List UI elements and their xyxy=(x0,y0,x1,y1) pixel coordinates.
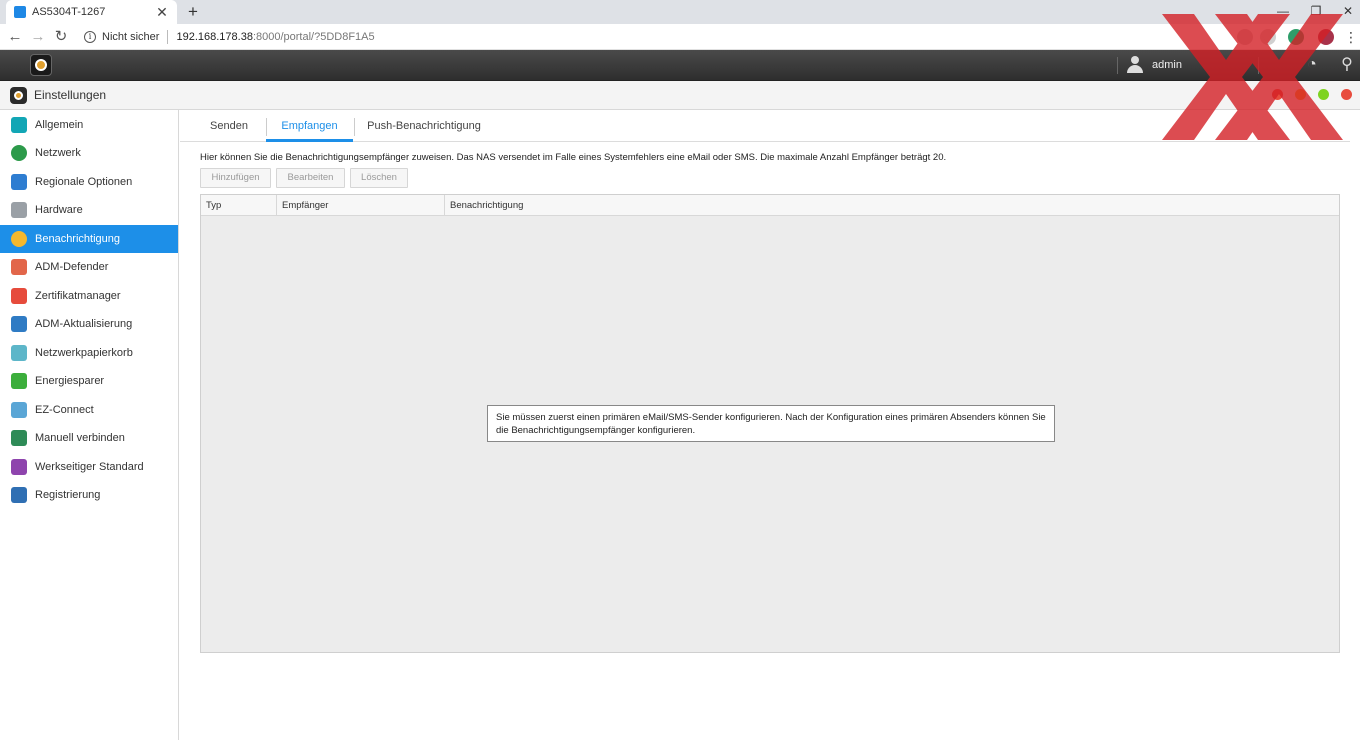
username-label[interactable]: admin xyxy=(1152,59,1182,71)
recycle-bin-icon xyxy=(11,344,27,361)
general-icon xyxy=(11,116,27,133)
maximize-window-dot[interactable] xyxy=(1318,89,1329,100)
sidebar-item-label: EZ-Connect xyxy=(35,403,94,416)
sidebar-item-label: Zertifikatmanager xyxy=(35,289,121,302)
sidebar-item-label: Allgemein xyxy=(35,118,84,131)
edit-button[interactable]: Bearbeiten xyxy=(276,168,345,188)
restore-window-button[interactable]: ❐ xyxy=(1301,0,1331,24)
sidebar-item-label: Regionale Optionen xyxy=(35,175,133,188)
sidebar-item-label: Benachrichtigung xyxy=(35,232,121,245)
close-window-button[interactable]: ✕ xyxy=(1333,0,1360,24)
column-header-typ[interactable]: Typ xyxy=(201,195,277,216)
sidebar-item-benachrichtigung[interactable]: Benachrichtigung xyxy=(0,224,178,253)
window-dot-red[interactable] xyxy=(1272,89,1283,100)
sidebar-item-ez-connect[interactable]: EZ-Connect xyxy=(0,396,178,424)
manual-connect-icon xyxy=(11,430,27,446)
close-settings-window-dot[interactable] xyxy=(1341,89,1352,100)
sidebar-item-allgemein[interactable]: Allgemein xyxy=(0,111,178,139)
key-icon[interactable] xyxy=(1237,29,1253,45)
sidebar-item-hardware[interactable]: Hardware xyxy=(0,196,178,224)
sidebar-item-werkseitiger-standard[interactable]: Werkseitiger Standard xyxy=(0,453,178,481)
browser-toolbar: ← → ↻ i Nicht sicher 192.168.178.38:8000… xyxy=(0,24,1360,50)
table-header: Typ Empfänger Benachrichtigung xyxy=(201,195,1339,216)
description-text: Hier können Sie die Benachrichtigungsemp… xyxy=(200,152,947,163)
window-title: Einstellungen xyxy=(34,88,107,102)
column-header-empfaenger[interactable]: Empfänger xyxy=(277,195,445,216)
certificate-icon xyxy=(11,287,27,304)
minimize-window-button[interactable]: — xyxy=(1268,0,1298,24)
url-path: :8000/portal/?5DD8F1A5 xyxy=(252,31,375,43)
tab-divider xyxy=(354,118,355,136)
bookmark-star-icon[interactable] xyxy=(1260,29,1276,45)
update-icon xyxy=(11,316,27,332)
reload-button[interactable]: ↻ xyxy=(51,26,71,48)
tab-senden[interactable]: Senden xyxy=(200,110,258,142)
energy-saver-icon xyxy=(11,373,27,389)
sidebar-item-netzwerk[interactable]: Netzwerk xyxy=(0,139,178,167)
extension-icon[interactable] xyxy=(1288,29,1304,45)
hardware-icon xyxy=(11,202,27,218)
tab-empfangen[interactable]: Empfangen xyxy=(266,110,353,142)
notification-panel: Senden Empfangen Push-Benachrichtigung H… xyxy=(180,110,1360,740)
sidebar-item-adm-aktualisierung[interactable]: ADM-Aktualisierung xyxy=(0,310,178,338)
new-tab-button[interactable]: + xyxy=(184,2,202,22)
registration-icon xyxy=(11,487,27,503)
network-globe-icon xyxy=(11,145,27,161)
dashboard-gauge-icon[interactable]: ◔ xyxy=(1303,56,1321,74)
sidebar-item-registrierung[interactable]: Registrierung xyxy=(0,481,178,509)
add-button[interactable]: Hinzufügen xyxy=(200,168,271,188)
asustor-favicon-icon xyxy=(14,6,26,18)
back-button[interactable]: ← xyxy=(5,26,25,48)
ez-connect-cloud-icon xyxy=(11,401,27,418)
security-label: Nicht sicher xyxy=(102,31,160,43)
recipients-table: Typ Empfänger Benachrichtigung Sie müsse… xyxy=(200,194,1340,653)
address-bar[interactable]: i Nicht sicher 192.168.178.38:8000/porta… xyxy=(78,27,1228,47)
sidebar-item-label: Energiesparer xyxy=(35,375,105,387)
browser-tab[interactable]: AS5304T-1267 ✕ xyxy=(6,0,177,24)
column-header-benachrichtigung[interactable]: Benachrichtigung xyxy=(445,195,745,216)
browser-tab-title: AS5304T-1267 xyxy=(32,6,106,18)
tab-push-benachrichtigung[interactable]: Push-Benachrichtigung xyxy=(362,110,486,142)
sidebar-item-netzwerkpapierkorb[interactable]: Netzwerkpapierkorb xyxy=(0,339,178,367)
sidebar-item-label: Netzwerkpapierkorb xyxy=(35,346,133,359)
profile-avatar-icon[interactable] xyxy=(1318,29,1334,45)
defender-icon xyxy=(11,259,27,275)
notification-icon xyxy=(11,230,27,247)
sidebar-item-label: ADM-Aktualisierung xyxy=(35,318,133,330)
settings-sidebar: Allgemein Netzwerk Regionale Optionen Hardw… xyxy=(0,110,179,740)
configure-sender-notice: Sie müssen zuerst einen primären eMail/S… xyxy=(487,405,1055,442)
taskbar-separator xyxy=(1258,57,1259,74)
sidebar-item-label: Netzwerk xyxy=(35,147,81,159)
window-dot-orange[interactable] xyxy=(1295,89,1306,100)
tab-bar: Senden Empfangen Push-Benachrichtigung xyxy=(180,110,1350,142)
settings-window-icon xyxy=(10,87,27,104)
sidebar-item-adm-defender[interactable]: ADM-Defender xyxy=(0,253,178,281)
search-icon[interactable]: ⚲ xyxy=(1338,56,1356,74)
forward-button[interactable]: → xyxy=(28,26,48,48)
info-icon[interactable]: i xyxy=(84,31,96,43)
taskbar-separator xyxy=(1117,57,1118,74)
browser-menu-icon[interactable]: ⋮ xyxy=(1344,27,1358,47)
sidebar-item-manuell-verbinden[interactable]: Manuell verbinden xyxy=(0,424,178,452)
factory-default-icon xyxy=(11,458,27,475)
sidebar-item-zertifikatmanager[interactable]: Zertifikatmanager xyxy=(0,282,178,310)
sidebar-item-label: Werkseitiger Standard xyxy=(35,460,144,473)
delete-button[interactable]: Löschen xyxy=(350,168,408,188)
sidebar-item-regionale-optionen[interactable]: Regionale Optionen xyxy=(0,168,178,196)
sidebar-item-label: ADM-Defender xyxy=(35,261,109,273)
sidebar-item-label: Hardware xyxy=(35,204,83,216)
settings-app-launcher-icon[interactable] xyxy=(30,54,52,76)
sidebar-item-label: Manuell verbinden xyxy=(35,432,125,444)
sidebar-item-energiesparer[interactable]: Energiesparer xyxy=(0,367,178,395)
url-host: 192.168.178.38 xyxy=(176,31,253,43)
user-icon[interactable] xyxy=(1126,56,1144,74)
sidebar-item-label: Registrierung xyxy=(35,489,101,501)
window-header xyxy=(0,81,1360,110)
address-separator xyxy=(167,30,169,44)
browser-tabstrip: AS5304T-1267 ✕ + — ❐ ✕ xyxy=(0,0,1360,24)
regional-options-icon xyxy=(11,173,27,190)
close-tab-icon[interactable]: ✕ xyxy=(155,4,169,21)
